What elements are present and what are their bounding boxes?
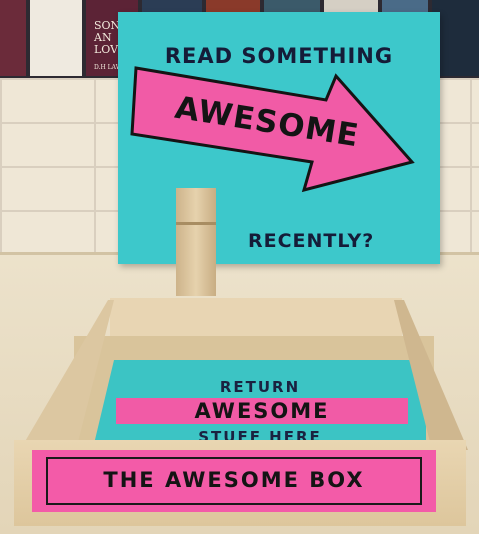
book-cover [30, 0, 82, 76]
clothespin-spring-line [176, 222, 216, 225]
book-cover [0, 0, 26, 76]
clothespin [176, 188, 216, 296]
box-label-text: THE AWESOME BOX [103, 468, 365, 492]
photo: SON AN LOVI D.H LAW READ SOMETHING AWESO… [0, 0, 479, 534]
card-return-text: RETURN [219, 378, 301, 396]
sign-bottom-text: RECENTLY? [248, 230, 375, 252]
card-pink-band: AWESOME [116, 398, 408, 424]
box-label: THE AWESOME BOX [32, 450, 436, 512]
return-card: RETURN AWESOME STUFF HERE [94, 360, 426, 444]
card-awesome-text: AWESOME [194, 399, 330, 423]
read-something-sign: READ SOMETHING AWESOME RECENTLY? [118, 12, 440, 264]
